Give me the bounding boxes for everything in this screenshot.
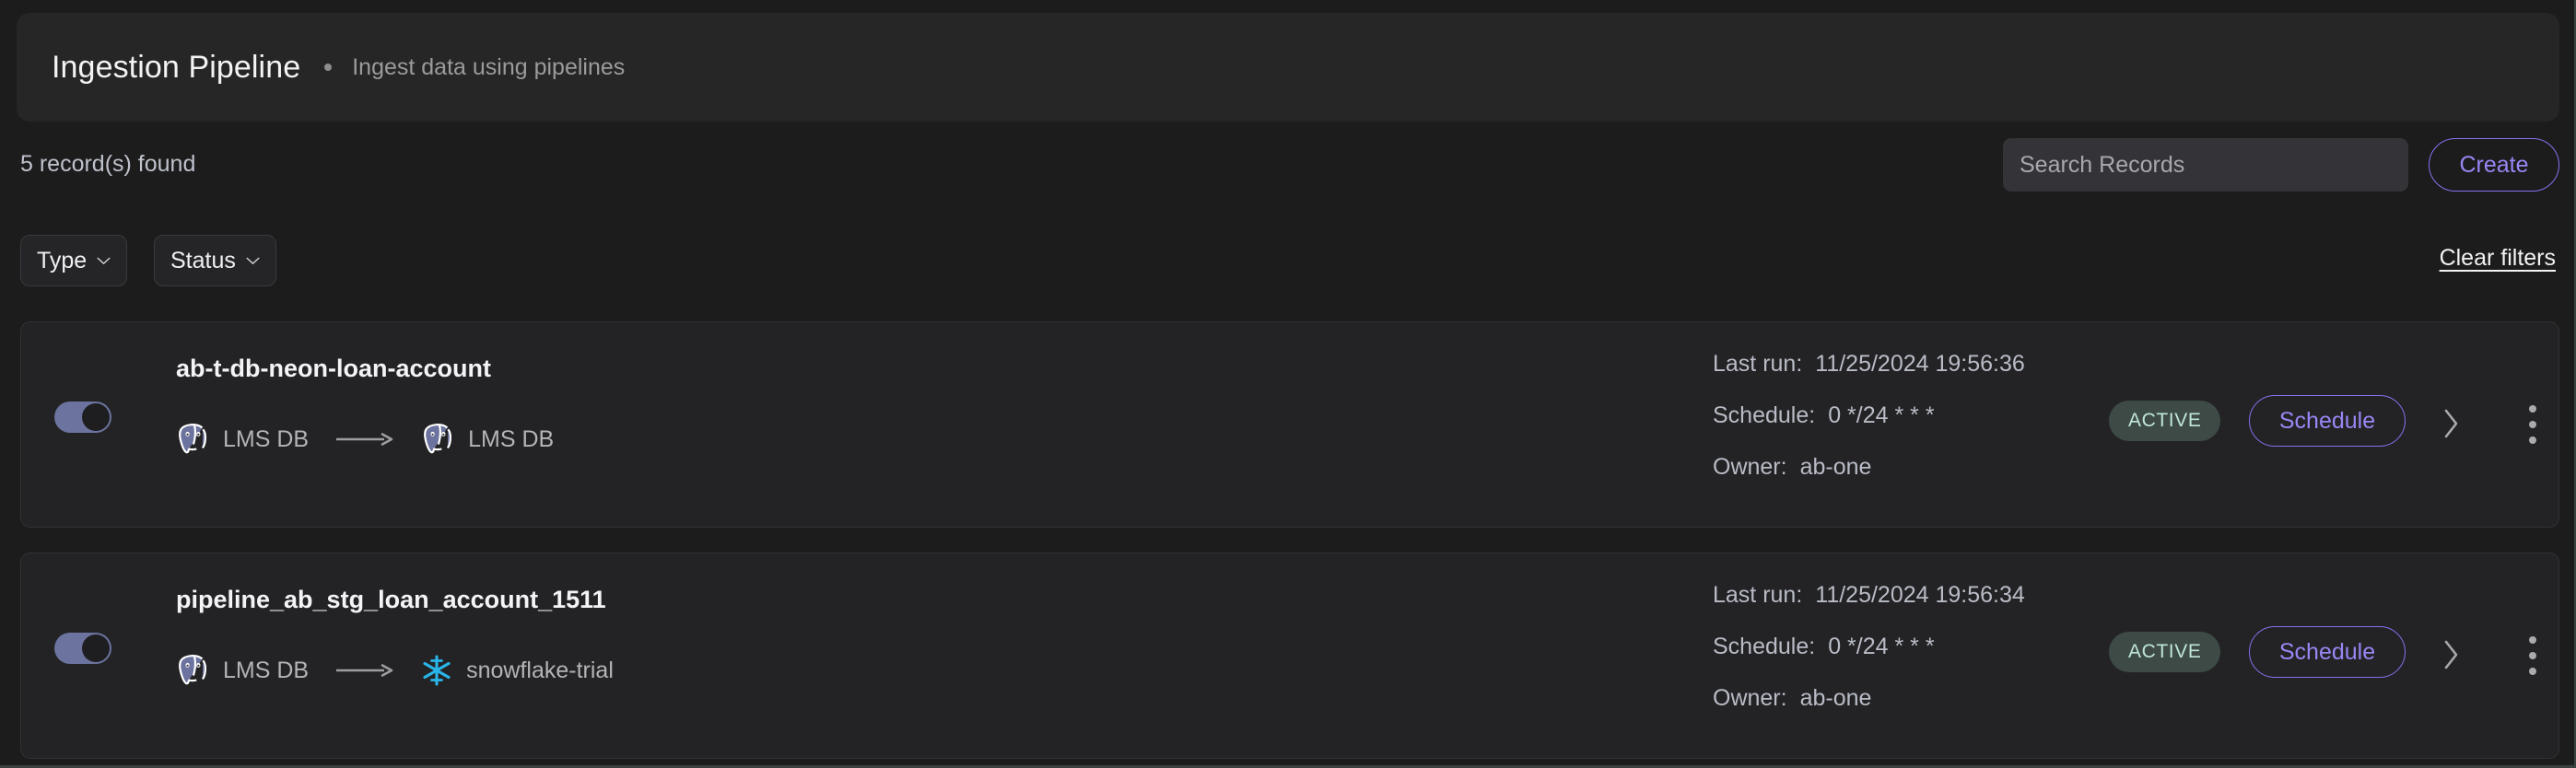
filter-status-dropdown[interactable]: Status [154,235,276,286]
pipeline-destination-label: snowflake-trial [466,657,614,683]
pipeline-source: LMS DB [176,653,309,688]
owner-row: Owner: ab-one [1713,454,2025,506]
status-badge: ACTIVE [2109,632,2221,672]
arrow-right-icon [336,664,393,677]
toolbar: 5 record(s) found Create [0,138,2576,204]
schedule-button[interactable]: Schedule [2249,395,2406,447]
pipeline-name: ab-t-db-neon-loan-account [176,355,491,382]
kebab-dot [2529,652,2536,659]
filter-status-label: Status [170,247,236,273]
toggle-knob [82,403,110,431]
chevron-down-icon [246,257,260,264]
pipeline-flow: LMS DB snowflake-trial [176,646,614,695]
owner-key: Owner: [1713,685,1787,711]
pipeline-flow: LMS DB LMS DB [176,414,554,464]
postgresql-icon [179,655,207,685]
pipeline-source-label: LMS DB [223,425,310,452]
owner-row: Owner: ab-one [1713,685,2025,737]
page-title: Ingestion Pipeline [52,49,301,85]
clear-filters-link[interactable]: Clear filters [2440,245,2556,272]
page-header: Ingestion Pipeline Ingest data using pip… [17,13,2559,122]
page-subtitle: Ingest data using pipelines [352,53,626,80]
schedule-key: Schedule: [1713,402,1816,428]
postgresql-icon [179,424,207,454]
pipeline-source-label: LMS DB [223,657,310,683]
filter-bar: Type Status Clear filters [0,235,2576,290]
pipeline-card[interactable]: pipeline_ab_stg_loan_account_1511 LMS DB [20,553,2559,759]
arrow-right-icon [336,433,393,446]
pipeline-metadata: Last run: 11/25/2024 19:56:34 Schedule: … [1713,582,2025,737]
kebab-dot [2529,668,2536,675]
owner-key: Owner: [1713,454,1787,480]
pipeline-name: pipeline_ab_stg_loan_account_1511 [176,586,606,613]
schedule-value: 0 */24 * * * [1828,402,1935,428]
postgresql-icon [424,424,452,454]
last-run-value: 11/25/2024 19:56:36 [1815,351,2025,377]
filter-type-label: Type [37,247,88,273]
pipeline-source: LMS DB [176,422,309,457]
pipeline-destination-label: LMS DB [468,425,555,452]
kebab-dot [2529,421,2536,428]
pipeline-enable-toggle[interactable] [54,401,111,433]
owner-value: ab-one [1799,454,1872,480]
kebab-dot [2529,405,2536,413]
last-run-key: Last run: [1713,582,1803,608]
kebab-menu-icon[interactable] [2522,634,2544,677]
toggle-knob [82,634,110,662]
last-run-row: Last run: 11/25/2024 19:56:34 [1713,582,2025,634]
ingestion-pipeline-page: Ingestion Pipeline Ingest data using pip… [0,0,2576,768]
pipeline-destination: LMS DB [421,422,554,457]
pipeline-card[interactable]: ab-t-db-neon-loan-account LMS DB LMS DB … [20,321,2559,528]
kebab-menu-icon[interactable] [2522,403,2544,446]
pipeline-metadata: Last run: 11/25/2024 19:56:36 Schedule: … [1713,351,2025,506]
last-run-row: Last run: 11/25/2024 19:56:36 [1713,351,2025,402]
search-input[interactable] [2003,138,2408,192]
schedule-row: Schedule: 0 */24 * * * [1713,402,2025,454]
filter-type-dropdown[interactable]: Type [20,235,128,286]
last-run-key: Last run: [1713,351,1803,377]
kebab-dot [2529,436,2536,444]
pipeline-destination: snowflake-trial [421,654,614,687]
kebab-dot [2529,636,2536,644]
pipeline-enable-toggle[interactable] [54,633,111,664]
snowflake-icon [423,655,451,686]
bullet-dot-icon [324,64,333,71]
chevron-right-icon[interactable] [2441,639,2460,670]
schedule-value: 0 */24 * * * [1828,634,1935,659]
schedule-row: Schedule: 0 */24 * * * [1713,634,2025,685]
schedule-key: Schedule: [1713,634,1816,659]
record-count-label: 5 record(s) found [20,151,196,177]
owner-value: ab-one [1799,685,1872,711]
chevron-right-icon[interactable] [2441,408,2460,439]
schedule-button[interactable]: Schedule [2249,626,2406,678]
chevron-down-icon [97,257,111,264]
last-run-value: 11/25/2024 19:56:34 [1815,582,2025,608]
create-button[interactable]: Create [2429,138,2559,192]
status-badge: ACTIVE [2109,401,2221,441]
